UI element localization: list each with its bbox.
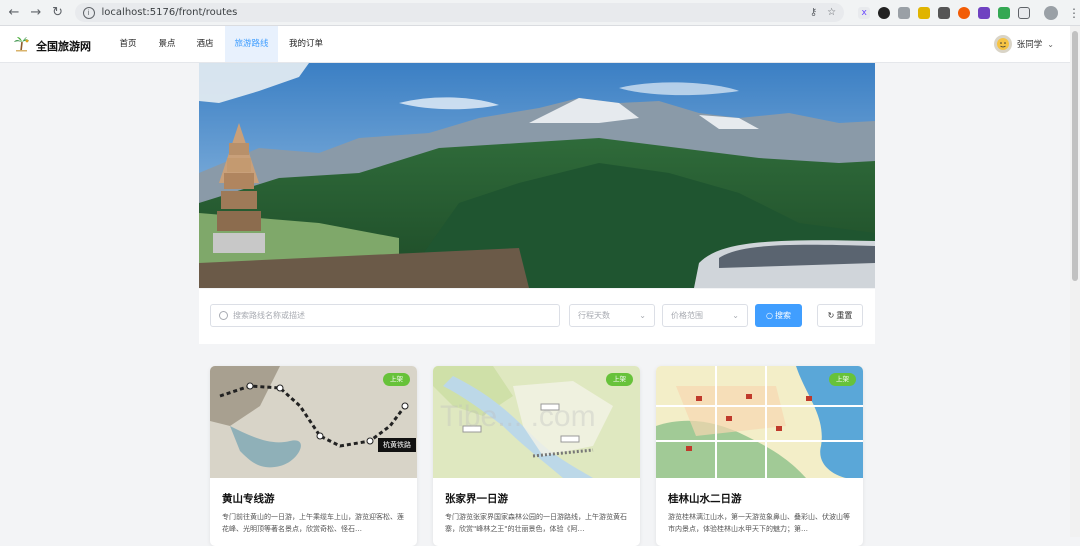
- route-description: 专门游览张家界国家森林公园的一日游路线，上午游览黄石寨，欣赏"峰林之王"的壮丽景…: [445, 513, 627, 533]
- extensions-puzzle-icon[interactable]: [1018, 6, 1031, 19]
- route-title[interactable]: 张家界一日游: [445, 491, 508, 506]
- price-select[interactable]: 价格范围 ⌄: [662, 304, 748, 327]
- browser-toolbar: ← → ↻ i localhost:5176/front/routes ⚷ ☆ …: [0, 0, 1080, 26]
- forward-icon[interactable]: →: [25, 2, 47, 24]
- extension-calculator-icon[interactable]: [938, 6, 951, 19]
- chevron-down-icon: ⌄: [732, 311, 739, 320]
- reset-button-label: 重置: [836, 311, 853, 320]
- extension-color-icon[interactable]: [958, 6, 971, 19]
- star-icon[interactable]: ☆: [827, 7, 836, 18]
- extension-x-icon[interactable]: x: [858, 6, 871, 19]
- avatar[interactable]: [993, 35, 1012, 53]
- route-title[interactable]: 桂林山水二日游: [668, 491, 742, 506]
- reload-icon[interactable]: ↻: [47, 2, 69, 24]
- route-card[interactable]: 杭黄铁路 上架 黄山专线游 专门前往黄山的一日游，上午乘缆车上山，游览迎客松、莲…: [210, 366, 417, 546]
- status-badge: 上架: [606, 373, 633, 386]
- nav-item-routes[interactable]: 旅游路线: [225, 26, 278, 62]
- route-description: 游览桂林漓江山水，第一天游览象鼻山、叠彩山、伏波山等市内景点，体验桂林山水甲天下…: [668, 513, 850, 533]
- brand-name[interactable]: 全国旅游网: [36, 38, 91, 54]
- back-icon[interactable]: ←: [3, 2, 25, 24]
- search-button-label: 搜索: [774, 311, 791, 320]
- extension-purple-icon[interactable]: [978, 6, 991, 19]
- site-info-icon[interactable]: i: [82, 6, 95, 19]
- palm-tree-logo-icon: [14, 37, 29, 52]
- days-select[interactable]: 行程天数 ⌄: [569, 304, 655, 327]
- search-button[interactable]: ○ 搜索: [755, 304, 802, 327]
- chevron-down-icon[interactable]: ⌄: [1047, 40, 1054, 49]
- nav-item-orders[interactable]: 我的订单: [284, 26, 328, 62]
- key-icon[interactable]: ⚷: [810, 7, 817, 18]
- extensions-bar: x: [854, 6, 1034, 19]
- site-header: 全国旅游网 首页 景点 酒店 旅游路线 我的订单 张同学 ⌄: [0, 26, 1080, 63]
- mountain-train-banner-image: [199, 63, 875, 288]
- nav-item-hotels[interactable]: 酒店: [190, 26, 220, 62]
- search-input[interactable]: 搜索路线名称或描述: [210, 304, 560, 327]
- watermark: Tibe... .com: [440, 400, 596, 433]
- search-placeholder: 搜索路线名称或描述: [233, 311, 305, 320]
- chevron-down-icon: ⌄: [639, 311, 646, 320]
- hero-banner: [199, 63, 875, 288]
- route-card[interactable]: 上架 桂林山水二日游 游览桂林漓江山水，第一天游览象鼻山、叠彩山、伏波山等市内景…: [656, 366, 863, 546]
- scrollbar-thumb[interactable]: [1072, 31, 1078, 281]
- extension-green-icon[interactable]: [998, 6, 1011, 19]
- refresh-icon: ↻: [827, 311, 835, 320]
- extension-camera-icon[interactable]: [898, 6, 911, 19]
- nav-item-attractions[interactable]: 景点: [152, 26, 182, 62]
- user-name[interactable]: 张同学: [1017, 38, 1043, 50]
- status-badge: 上架: [383, 373, 410, 386]
- browser-menu-icon[interactable]: ⋮: [1068, 6, 1080, 20]
- nav-item-home[interactable]: 首页: [113, 26, 143, 62]
- address-url: localhost:5176/front/routes: [101, 7, 238, 18]
- route-card[interactable]: 上架 张家界一日游 专门游览张家界国家森林公园的一日游路线，上午游览黄石寨，欣赏…: [433, 366, 640, 546]
- days-placeholder: 行程天数: [578, 311, 610, 320]
- reset-button[interactable]: ↻ 重置: [817, 304, 863, 327]
- route-description: 专门前往黄山的一日游，上午乘缆车上山，游览迎客松、莲花峰、光明顶等著名景点，欣赏…: [222, 513, 404, 533]
- map-label: 杭黄铁路: [383, 441, 411, 449]
- route-title[interactable]: 黄山专线游: [222, 491, 275, 506]
- avatar-face-icon: [996, 38, 1009, 50]
- user-menu[interactable]: 张同学 ⌄: [993, 35, 1054, 53]
- status-badge: 上架: [829, 373, 856, 386]
- search-panel: 搜索路线名称或描述 行程天数 ⌄ 价格范围 ⌄ ○ 搜索 ↻ 重置: [199, 289, 875, 344]
- extension-circle-icon[interactable]: [878, 6, 891, 19]
- address-bar[interactable]: i localhost:5176/front/routes ⚷ ☆: [74, 3, 845, 22]
- price-placeholder: 价格范围: [671, 311, 703, 320]
- browser-profile-icon[interactable]: [1044, 5, 1059, 20]
- extension-yellow-icon[interactable]: [918, 6, 931, 19]
- search-icon: ○: [766, 311, 773, 320]
- search-icon: [219, 311, 228, 320]
- page-scrollbar[interactable]: [1070, 26, 1080, 537]
